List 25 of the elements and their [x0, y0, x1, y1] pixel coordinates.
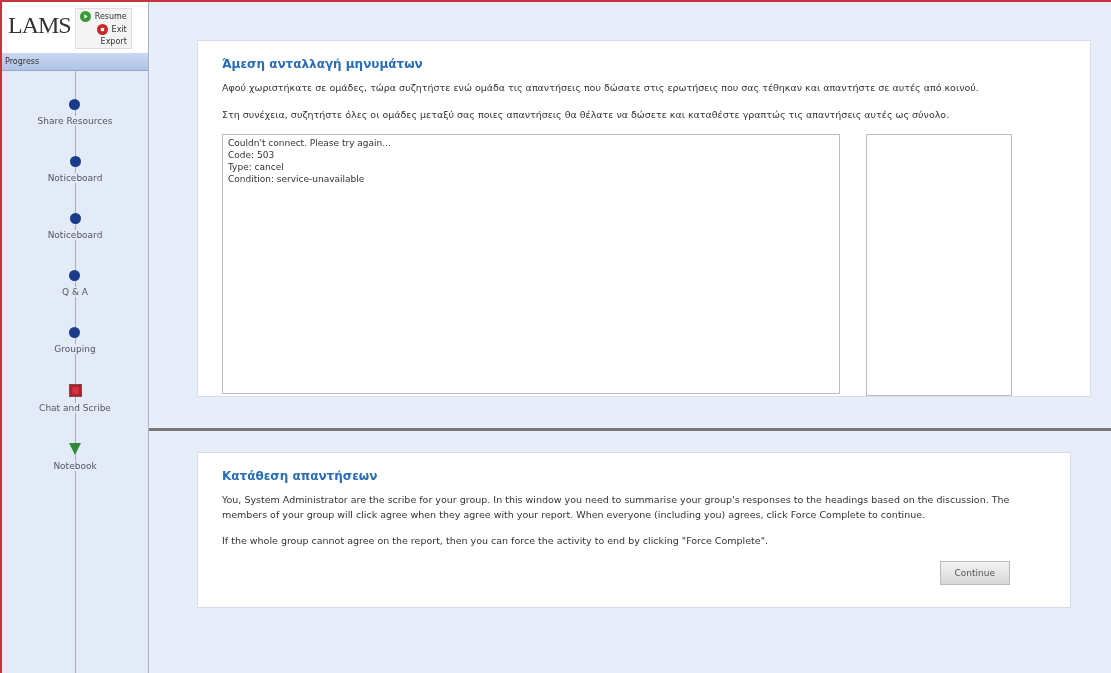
instructions-text: Αφού χωριστήκατε σε ομάδες, τώρα συζητήστε ενώ ομάδα τις απαντήσεις που δώσατε στις ερωτήσεις που σας τέθηκαν και απαντήστε σε αυτές από κοινού.: [222, 81, 980, 95]
action-link[interactable]: Exit: [79, 24, 127, 35]
progress-header: Progress: [2, 53, 148, 71]
activity-label[interactable]: Q & A: [60, 287, 90, 297]
instructions-text: Στη συνέχεια, συζητήστε όλες οι ομάδες μεταξύ σας ποιες απαντήσεις θα θέλατε να δώσετε και καταθέστε γραπτώς τις απαντήσεις αυτές ως σύνολο.: [222, 107, 951, 122]
stop-icon: [96, 24, 108, 35]
chat-message: Condition: service-unavailable: [228, 173, 366, 186]
chat-message: Code: 503: [228, 150, 276, 162]
activity-label[interactable]: Chat and Scribe: [37, 403, 113, 413]
activity-label[interactable]: Noticeboard: [45, 230, 105, 240]
instructions-text: If the whole group cannot agree on the report, then you can force the activity to end by clicking "Force Complete".: [222, 534, 770, 549]
action-link[interactable]: Export: [79, 37, 127, 46]
continue-button[interactable]: Continue: [939, 561, 1010, 586]
activity-label[interactable]: Grouping: [52, 344, 98, 354]
activity-label[interactable]: Notebook: [51, 461, 99, 471]
play-icon: [79, 11, 91, 22]
panel-title: Άμεση ανταλλαγή μηνυμάτων: [222, 57, 424, 71]
chat-message: Type: cancel: [228, 161, 285, 174]
chat-message: Couldn't connect. Please try again...: [228, 138, 392, 151]
logo: LAMS: [8, 12, 71, 39]
action-link[interactable]: Resume: [79, 11, 127, 22]
instructions-text: You, System Administrator are the scribe for your group. In this window you need to summarise your group's responses to the headings based on the discussion. The members of your group will click agree when they agree with your report. When everyone (including you) agrees, click Force Complete to continue.: [222, 493, 1011, 522]
panel-title: Κατάθεση απαντήσεων: [222, 469, 379, 483]
activity-label[interactable]: Share Resources: [35, 116, 115, 126]
activity-label[interactable]: Noticeboard: [45, 173, 105, 183]
